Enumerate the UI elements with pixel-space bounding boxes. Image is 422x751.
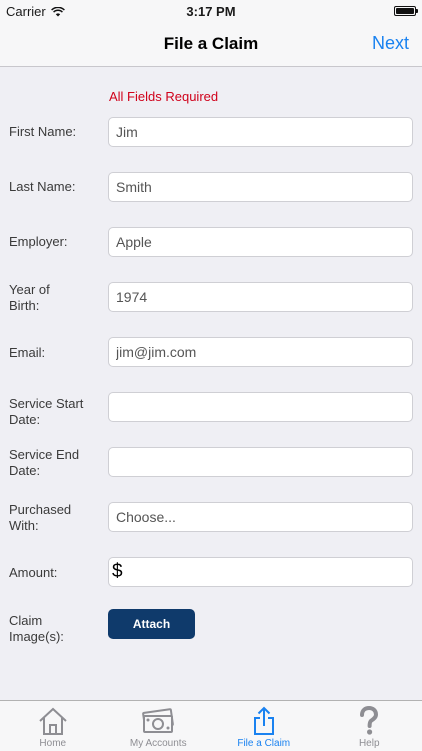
required-fields-note: All Fields Required	[109, 89, 218, 104]
status-time: 3:17 PM	[0, 4, 422, 19]
tab-file-a-claim-label: File a Claim	[211, 738, 317, 749]
first-name-input[interactable]	[108, 117, 413, 147]
purchased-with-label-line1: Purchased	[9, 502, 104, 518]
service-start-label: Service Start Date:	[9, 396, 104, 428]
year-of-birth-label-line2: Birth:	[9, 298, 104, 314]
service-start-date-input[interactable]	[108, 392, 413, 422]
next-button[interactable]: Next	[372, 33, 409, 54]
amount-input[interactable]: $	[108, 557, 413, 587]
page-title: File a Claim	[0, 34, 422, 54]
status-bar: Carrier 3:17 PM	[0, 0, 422, 22]
home-icon	[37, 706, 69, 736]
tab-bar: Home My Accounts File a Claim Help	[0, 700, 422, 751]
money-icon	[141, 706, 175, 736]
service-end-label-line2: Date:	[9, 463, 104, 479]
purchased-with-label: Purchased With:	[9, 502, 104, 534]
navigation-bar: File a Claim Next	[0, 22, 422, 67]
tab-file-a-claim[interactable]: File a Claim	[211, 701, 317, 751]
first-name-label: First Name:	[9, 124, 104, 140]
email-input[interactable]	[108, 337, 413, 367]
email-label: Email:	[9, 345, 104, 361]
service-end-date-input[interactable]	[108, 447, 413, 477]
battery-icon	[394, 6, 416, 16]
service-start-label-line1: Service Start	[9, 396, 104, 412]
service-end-label: Service End Date:	[9, 447, 104, 479]
last-name-input[interactable]	[108, 172, 413, 202]
employer-input[interactable]	[108, 227, 413, 257]
tab-help[interactable]: Help	[317, 701, 422, 751]
attach-button[interactable]: Attach	[108, 609, 195, 639]
service-end-label-line1: Service End	[9, 447, 104, 463]
share-icon	[249, 706, 279, 736]
help-icon	[357, 706, 381, 736]
last-name-label: Last Name:	[9, 179, 104, 195]
year-of-birth-label: Year of Birth:	[9, 282, 104, 314]
tab-home[interactable]: Home	[0, 701, 106, 751]
tab-my-accounts[interactable]: My Accounts	[106, 701, 212, 751]
currency-symbol: $	[112, 561, 123, 582]
employer-label: Employer:	[9, 234, 104, 250]
amount-label: Amount:	[9, 565, 104, 581]
purchased-with-select[interactable]: Choose...	[108, 502, 413, 532]
claim-images-label-line1: Claim	[9, 613, 104, 629]
claim-images-label-line2: Image(s):	[9, 629, 104, 645]
service-start-label-line2: Date:	[9, 412, 104, 428]
purchased-with-label-line2: With:	[9, 518, 104, 534]
tab-home-label: Home	[0, 738, 106, 749]
claim-images-label: Claim Image(s):	[9, 613, 104, 645]
tab-help-label: Help	[317, 738, 422, 749]
year-of-birth-label-line1: Year of	[9, 282, 104, 298]
tab-my-accounts-label: My Accounts	[106, 738, 212, 749]
year-of-birth-input[interactable]	[108, 282, 413, 312]
